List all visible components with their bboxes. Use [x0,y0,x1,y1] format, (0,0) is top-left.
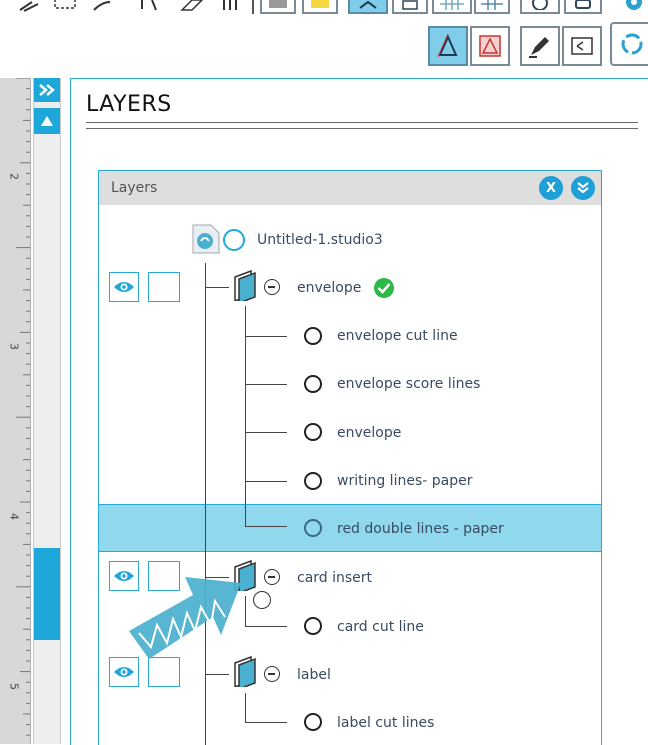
marker-icon [529,37,549,58]
panel-rail [33,78,61,744]
table-button[interactable] [474,0,510,14]
offset-button[interactable] [428,26,468,66]
print-cut-icon [571,37,593,55]
knife-tool-icon[interactable] [138,0,162,12]
title-divider [86,122,638,123]
document-name: Untitled-1.studio3 [257,232,383,248]
send-icon [575,0,591,9]
close-subpanel-button[interactable]: X [539,176,563,200]
brush-tool-icon[interactable] [92,0,112,12]
layer-name[interactable]: envelope cut line [337,328,458,344]
tree-branch-2 [245,384,287,385]
library-button[interactable] [520,0,560,14]
grid-button[interactable] [432,0,472,14]
replicate-icon [402,0,418,10]
layer-select-circle[interactable] [304,713,322,731]
tree-branch-3 [245,432,287,433]
group-name-card-insert[interactable]: card insert [297,570,372,586]
check-icon [374,278,394,298]
settings-gear-icon[interactable] [616,0,648,14]
tree-branch-1 [245,336,287,337]
panel-title: LAYERS [86,92,172,117]
layers-subpanel: Layers X Untitled-1.studio3 envelope env… [98,170,602,745]
layer-name[interactable]: writing lines- paper [337,473,472,489]
expand-panel-button[interactable] [34,78,60,102]
document-icon [192,224,220,254]
collapse-group-envelope[interactable] [264,279,280,295]
group-name-label[interactable]: label [297,667,331,683]
toolbar-divider [252,0,254,14]
table-icon [481,0,503,10]
layer-name[interactable]: label cut lines [337,715,434,731]
refresh-button[interactable] [610,22,648,66]
group-name-envelope[interactable]: envelope [297,280,361,296]
layer-select-circle[interactable] [304,327,322,345]
tree-branch-envelope [205,287,229,288]
close-icon: X [545,180,557,196]
rail-highlight [34,548,60,640]
refresh-icon [621,33,643,55]
group-layer-icon [234,269,256,301]
annotation-arrow-icon [129,577,241,659]
tree-branch-4 [245,481,287,482]
eye-icon [114,282,134,292]
title-divider-2 [86,128,638,129]
media-tool-icon[interactable] [220,0,244,12]
eraser-tool-icon[interactable] [180,0,206,12]
fill-yellow-button[interactable] [302,0,338,14]
send-button[interactable] [564,0,602,14]
layer-select-circle[interactable] [304,617,322,635]
top-toolbar [0,0,648,78]
layer-select-circle[interactable] [304,375,322,393]
visibility-toggle-envelope[interactable] [109,272,139,302]
collapse-group-label[interactable] [264,666,280,682]
layer-name[interactable]: envelope score lines [337,376,480,392]
tree-line-label [245,693,246,723]
edit-points-button[interactable] [348,0,388,14]
ruler-number-2: 2 [7,173,21,180]
ruler-number-3: 3 [7,343,21,350]
subpanel-title: Layers [111,180,158,196]
double-chevron-right-icon [39,84,55,96]
vertical-ruler[interactable]: 2 3 4 5 [0,78,31,744]
collapse-subpanel-button[interactable] [571,176,595,200]
pen-tool-icon[interactable] [18,0,42,12]
subpanel-header[interactable]: Layers X [99,171,601,205]
fill-gray-button[interactable] [260,0,296,14]
trace-icon [479,35,501,57]
document-select-circle[interactable] [223,229,245,251]
edit-points-icon [359,0,377,9]
tree-branch-label-cut [245,722,287,723]
scroll-up-button[interactable] [34,108,60,134]
ruler-number-4: 4 [7,513,21,520]
triangle-up-icon [41,116,53,126]
offset-icon [437,33,458,58]
layer-name[interactable]: envelope [337,425,401,441]
layer-select-circle[interactable] [304,423,322,441]
marquee-tool-icon[interactable] [52,0,80,12]
ruler-number-5: 5 [7,683,21,690]
tree-branch-5 [245,526,287,527]
layer-name[interactable]: card cut line [337,619,424,635]
layer-select-circle[interactable] [304,519,322,537]
sketch-button[interactable] [520,26,560,66]
collapse-group-card-insert[interactable] [264,569,280,585]
drag-drop-target-circle [253,591,271,609]
grid-icon [440,0,464,10]
trace-button[interactable] [470,26,510,66]
tree-line-envelope [245,306,246,526]
replicate-button[interactable] [392,0,428,14]
layer-select-circle[interactable] [304,472,322,490]
double-chevron-down-icon [577,182,589,194]
lock-toggle-envelope[interactable] [148,272,180,302]
print-cut-button[interactable] [562,26,602,66]
tree-branch-card-cut [245,626,287,627]
library-icon [532,0,548,10]
layer-name-selected[interactable]: red double lines - paper [337,521,504,537]
